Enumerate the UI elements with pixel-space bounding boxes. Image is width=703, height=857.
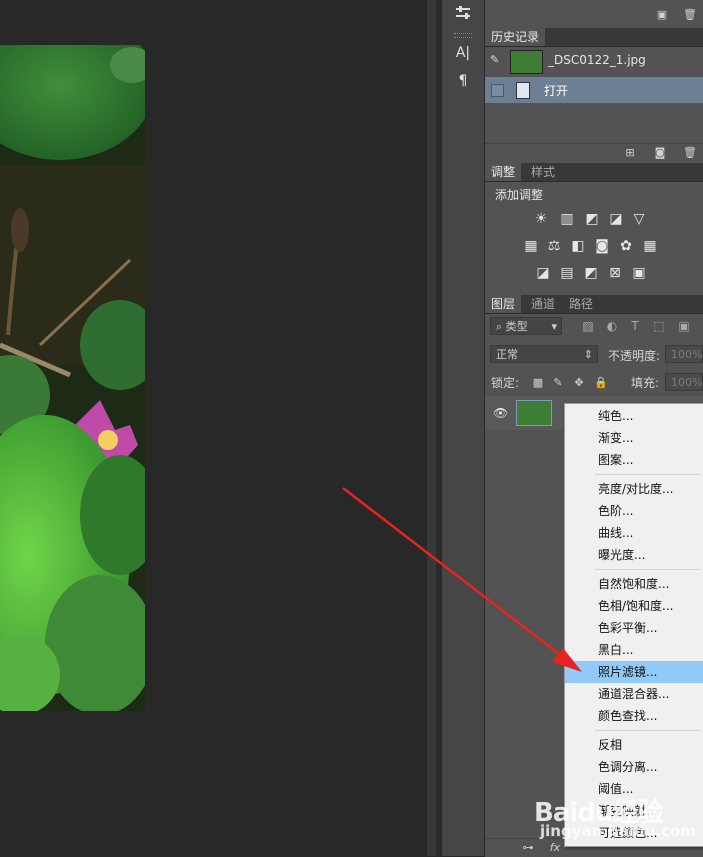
annotation-arrow-icon xyxy=(342,487,582,672)
baidu-watermark-url: jingyan.baidu.com xyxy=(540,822,696,840)
